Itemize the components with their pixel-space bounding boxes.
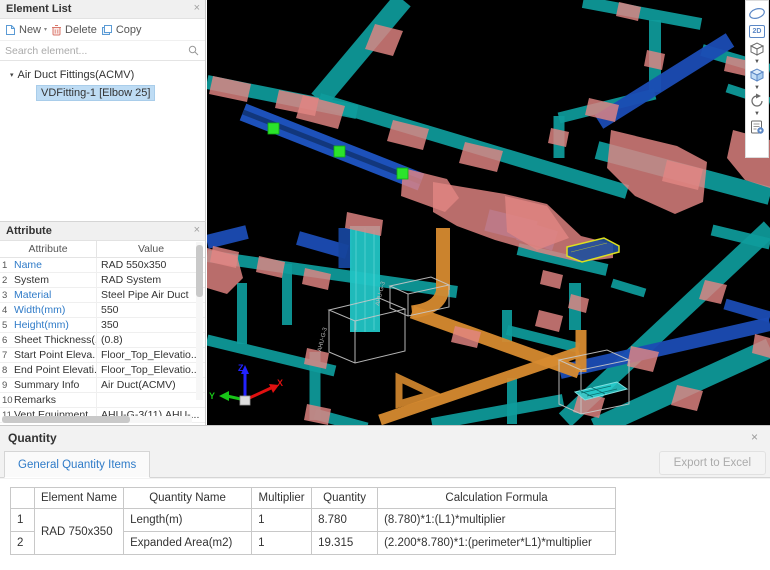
search-icon [188,45,199,56]
export-to-excel-button[interactable]: Export to Excel [659,451,766,475]
horizontal-scrollbar[interactable] [2,416,192,423]
isometric-view-icon[interactable] [748,41,766,57]
attribute-header: Attribute × [0,222,205,241]
table-row[interactable]: 5 Height(mm) 350 [0,318,205,333]
tree-group-label: Air Duct Fittings(ACMV) [18,69,135,81]
attribute-table: Attribute Value 1 Name RAD 550x350 2 Sys… [0,241,205,423]
table-row[interactable]: 1 RAD 750x350 Length(m) 1 8.780 (8.780)*… [11,509,616,532]
cyan-riser-duct [356,226,374,332]
caret-down-icon[interactable]: ▼ [754,85,760,91]
element-list-title: Element List [6,3,71,15]
multiplier-header: Multiplier [252,488,312,509]
new-button[interactable]: New ▾ [5,24,47,36]
table-row[interactable]: 3 Material Steel Pipe Air Duct [0,288,205,303]
element-name-cell: RAD 750x350 [35,509,124,555]
table-row[interactable]: 7 Start Point Eleva... Floor_Top_Elevati… [0,348,205,363]
element-list-header: Element List × [0,0,205,19]
table-row[interactable]: 1 Name RAD 550x350 [0,258,205,273]
view-toolbar: 2D ▼ ▼ ▼ [745,0,769,158]
3d-viewport[interactable]: AHU-G-3 AHU-G-3 Z X Y [207,0,770,425]
quantity-header: Quantity × [0,426,770,450]
value-col-header: Value [97,241,205,257]
attribute-title: Attribute [6,225,52,237]
quantity-table: Element Name Quantity Name Multiplier Qu… [10,487,616,555]
view-settings-icon[interactable] [748,119,766,135]
x-axis-label: X [277,378,283,388]
shaded-view-icon[interactable] [748,67,766,83]
attribute-panel: Attribute × Attribute Value 1 Name RAD 5… [0,222,206,425]
element-name-header: Element Name [35,488,124,509]
table-row[interactable]: 9 Summary Info Air Duct(ACMV) [0,378,205,393]
trash-icon [51,24,62,36]
attribute-table-header: Attribute Value [0,241,205,258]
search-row [0,41,205,61]
element-list-panel: Element List × New ▾ Delete Copy [0,0,206,222]
attribute-col-header: Attribute [0,241,97,257]
quantity-header-col: Quantity [312,488,378,509]
3d-viewport-canvas[interactable]: AHU-G-3 AHU-G-3 Z X Y [207,0,770,425]
quantity-name-header: Quantity Name [124,488,252,509]
attr-name-link[interactable]: Name [14,258,97,272]
close-icon[interactable]: × [751,430,758,444]
rotate-view-icon[interactable] [748,93,766,109]
attr-name-link[interactable]: Width(mm) [14,303,97,317]
index-col-header [11,488,35,509]
quantity-content: Element Name Quantity Name Multiplier Qu… [0,479,770,570]
table-row[interactable]: 4 Width(mm) 550 [0,303,205,318]
z-axis-label: Z [238,363,244,373]
quantity-table-header-row: Element Name Quantity Name Multiplier Qu… [11,488,616,509]
tree-collapse-icon[interactable]: ▾ [10,71,14,79]
copy-button[interactable]: Copy [101,24,142,36]
table-row[interactable]: 6 Sheet Thickness(... (0.8) [0,333,205,348]
new-file-icon [5,24,16,36]
tree-item-vdfitting[interactable]: VDFitting-1 [Elbow 25] [37,87,154,99]
table-row[interactable]: 10 Remarks [0,393,205,408]
formula-header: Calculation Formula [378,488,616,509]
quantity-tab-bar: General Quantity Items Export to Excel [0,450,770,478]
close-icon[interactable]: × [194,222,200,239]
y-axis-label: Y [209,391,215,401]
element-list-toolbar: New ▾ Delete Copy [0,19,205,41]
tab-general-quantity-items[interactable]: General Quantity Items [4,451,150,478]
caret-down-icon[interactable]: ▼ [754,111,760,117]
copy-icon [101,24,113,36]
table-row[interactable]: 8 End Point Elevati... Floor_Top_Elevati… [0,363,205,378]
caret-down-icon[interactable]: ▼ [754,59,760,65]
quantity-panel: Quantity × General Quantity Items Export… [0,425,770,570]
tree-group-air-duct-fittings[interactable]: ▾ Air Duct Fittings(ACMV) [0,67,205,83]
attr-name-link[interactable]: Material [14,288,97,302]
quantity-title: Quantity [0,426,770,450]
close-icon[interactable]: × [194,0,200,17]
delete-button[interactable]: Delete [51,24,97,36]
orbit-icon[interactable] [748,5,766,21]
caret-down-icon[interactable]: ▾ [44,26,47,33]
bim-application-window: Element List × New ▾ Delete Copy [0,0,770,570]
2d-view-icon[interactable]: 2D [748,23,766,39]
vertical-scrollbar[interactable] [196,242,203,400]
table-row[interactable]: 2 System RAD System [0,273,205,288]
attr-name-link[interactable]: Height(mm) [14,318,97,332]
tree-item-label: VDFitting-1 [Elbow 25] [37,86,154,100]
element-tree: ▾ Air Duct Fittings(ACMV) VDFitting-1 [E… [0,61,205,99]
search-input[interactable] [0,42,180,60]
